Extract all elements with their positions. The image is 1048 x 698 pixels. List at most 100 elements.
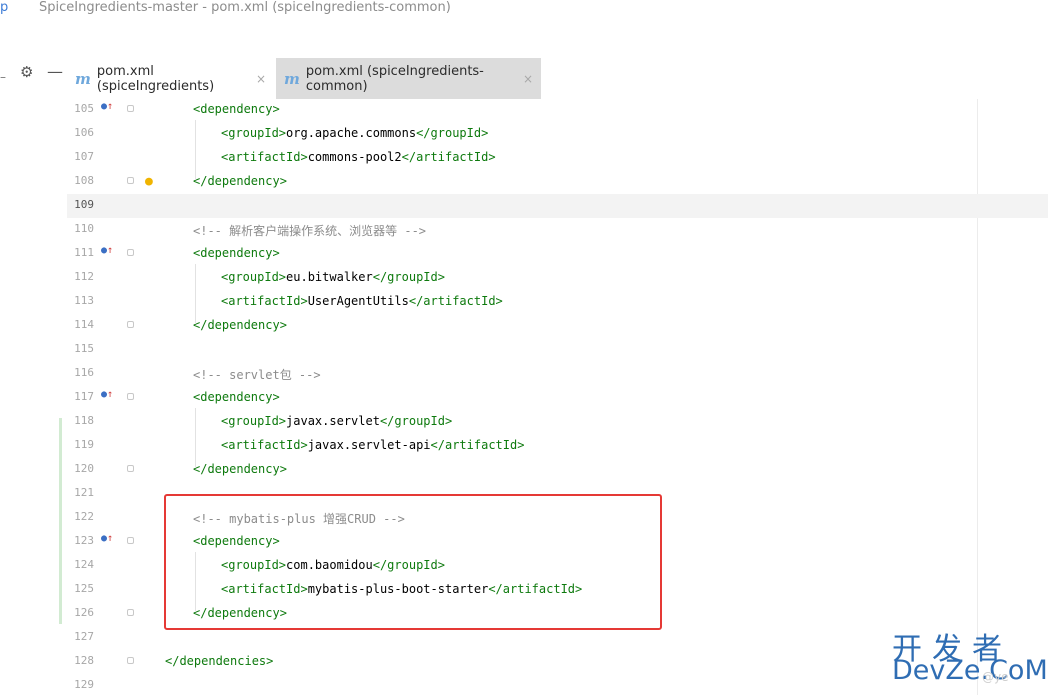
code-text[interactable]: <groupId>eu.bitwalker</groupId> xyxy=(221,270,445,284)
code-line[interactable]: 116 <!-- servlet包 --> xyxy=(67,362,1048,386)
code-line[interactable]: 105 ●↑ <dependency> xyxy=(67,98,1048,122)
minus-icon[interactable]: — xyxy=(47,62,63,81)
xml-tag: <groupId> xyxy=(221,414,287,428)
code-line[interactable]: 114 </dependency> xyxy=(67,314,1048,338)
code-text[interactable]: <dependency> xyxy=(193,390,280,404)
code-text[interactable]: <groupId>javax.servlet</groupId> xyxy=(221,414,452,428)
fold-toggle-icon[interactable] xyxy=(127,657,134,664)
code-text[interactable]: <dependency> xyxy=(193,102,280,116)
code-line[interactable]: 110 <!-- 解析客户端操作系统、浏览器等 --> xyxy=(67,218,1048,242)
line-number[interactable]: 114 xyxy=(67,318,94,331)
line-number[interactable]: 109 xyxy=(67,198,94,211)
code-line[interactable]: 107 <artifactId>commons-pool2</artifactId… xyxy=(67,146,1048,170)
line-number[interactable]: 105 xyxy=(67,102,94,115)
close-icon[interactable]: × xyxy=(256,72,266,86)
xml-tag: </artifactId> xyxy=(401,150,496,164)
xml-tag: <groupId> xyxy=(221,270,287,284)
code-line[interactable]: 118 <groupId>javax.servlet</groupId> xyxy=(67,410,1048,434)
vcs-change-marker xyxy=(59,418,62,624)
xml-comment: <!-- 解析客户端操作系统、浏览器等 --> xyxy=(193,224,427,238)
xml-tag: <dependency> xyxy=(193,246,280,260)
fold-toggle-icon[interactable] xyxy=(127,177,134,184)
code-line[interactable]: 119 <artifactId>javax.servlet-api</artifa… xyxy=(67,434,1048,458)
line-number[interactable]: 108 xyxy=(67,174,94,187)
code-text[interactable]: <artifactId>UserAgentUtils</artifactId> xyxy=(221,294,503,308)
fold-toggle-icon[interactable] xyxy=(127,321,134,328)
annotation-highlight-box xyxy=(164,494,662,630)
close-icon[interactable]: × xyxy=(523,72,533,86)
code-text[interactable]: </dependencies> xyxy=(165,654,273,668)
line-number[interactable]: 113 xyxy=(67,294,94,307)
maven-file-icon: m xyxy=(75,69,91,88)
line-number[interactable]: 120 xyxy=(67,462,94,475)
code-line[interactable]: 106 <groupId>org.apache.commons</groupId> xyxy=(67,122,1048,146)
indent-guide xyxy=(195,408,196,468)
line-number[interactable]: 121 xyxy=(67,486,94,499)
window-title-prefix: p xyxy=(0,0,9,15)
line-number[interactable]: 119 xyxy=(67,438,94,451)
code-line[interactable]: 115 xyxy=(67,338,1048,362)
code-line[interactable]: 109 xyxy=(67,194,1048,218)
fold-toggle-icon[interactable] xyxy=(127,465,134,472)
xml-value: UserAgentUtils xyxy=(307,294,409,308)
implementation-marker-icon[interactable]: ●↑ xyxy=(101,101,113,112)
window-title: SpiceIngredients-master - pom.xml (spice… xyxy=(39,0,451,15)
xml-value: eu.bitwalker xyxy=(286,270,373,284)
line-number[interactable]: 128 xyxy=(67,654,94,667)
code-line[interactable]: 120 </dependency> xyxy=(67,458,1048,482)
watermark-en: DevZe.CoM xyxy=(892,655,1048,686)
line-number[interactable]: 107 xyxy=(67,150,94,163)
maven-file-icon: m xyxy=(284,69,300,88)
code-line[interactable]: 117 ●↑ <dependency> xyxy=(67,386,1048,410)
line-number[interactable]: 123 xyxy=(67,534,94,547)
fold-toggle-icon[interactable] xyxy=(127,537,134,544)
line-number[interactable]: 118 xyxy=(67,414,94,427)
fold-toggle-icon[interactable] xyxy=(127,105,134,112)
code-text[interactable]: <artifactId>commons-pool2</artifactId> xyxy=(221,150,496,164)
code-text[interactable]: <dependency> xyxy=(193,246,280,260)
implementation-marker-icon[interactable]: ●↑ xyxy=(101,245,113,256)
implementation-marker-icon[interactable]: ●↑ xyxy=(101,533,113,544)
xml-tag: </dependency> xyxy=(193,462,287,476)
code-line[interactable]: 111 ●↑ <dependency> xyxy=(67,242,1048,266)
xml-tag: <artifactId> xyxy=(221,438,308,452)
code-text[interactable]: <artifactId>javax.servlet-api</artifactI… xyxy=(221,438,524,452)
line-number[interactable]: 122 xyxy=(67,510,94,523)
code-text[interactable]: </dependency> xyxy=(193,462,287,476)
line-number[interactable]: 126 xyxy=(67,606,94,619)
line-number[interactable]: 125 xyxy=(67,582,94,595)
line-number[interactable]: 129 xyxy=(67,678,94,691)
line-number[interactable]: 115 xyxy=(67,342,94,355)
fold-toggle-icon[interactable] xyxy=(127,249,134,256)
line-number[interactable]: 117 xyxy=(67,390,94,403)
fold-toggle-icon[interactable] xyxy=(127,609,134,616)
line-number[interactable]: 111 xyxy=(67,246,94,259)
line-number[interactable]: 127 xyxy=(67,630,94,643)
gear-icon[interactable]: ⚙ xyxy=(20,63,33,81)
xml-tag: </artifactId> xyxy=(408,294,503,308)
xml-tag: </groupId> xyxy=(379,414,453,428)
xml-tag: </groupId> xyxy=(416,126,489,140)
code-text[interactable]: </dependency> xyxy=(193,318,287,332)
code-text[interactable]: <!-- servlet包 --> xyxy=(193,366,321,383)
code-line[interactable]: 108 ● </dependency> xyxy=(67,170,1048,194)
code-text[interactable]: </dependency> xyxy=(193,174,287,188)
lightbulb-icon[interactable]: ● xyxy=(145,174,153,189)
implementation-marker-icon[interactable]: ●↑ xyxy=(101,389,113,400)
code-text[interactable]: <!-- 解析客户端操作系统、浏览器等 --> xyxy=(193,222,426,239)
tab-pom-spiceingredients-common[interactable]: m pom.xml (spiceIngredients-common) × xyxy=(276,58,541,99)
code-line[interactable]: 113 <artifactId>UserAgentUtils</artifactI… xyxy=(67,290,1048,314)
code-line[interactable]: 112 <groupId>eu.bitwalker</groupId> xyxy=(67,266,1048,290)
tab-pom-spiceingredients[interactable]: m pom.xml (spiceIngredients) × xyxy=(67,58,274,99)
xml-tag: <groupId> xyxy=(221,126,287,140)
xml-value: javax.servlet xyxy=(286,414,380,428)
line-number[interactable]: 116 xyxy=(67,366,94,379)
code-text[interactable]: <groupId>org.apache.commons</groupId> xyxy=(221,126,488,140)
line-number[interactable]: 112 xyxy=(67,270,94,283)
indent-guide xyxy=(195,264,196,324)
fold-toggle-icon[interactable] xyxy=(127,393,134,400)
line-number[interactable]: 110 xyxy=(67,222,94,235)
xml-tag: </dependency> xyxy=(193,174,287,188)
line-number[interactable]: 124 xyxy=(67,558,94,571)
line-number[interactable]: 106 xyxy=(67,126,94,139)
